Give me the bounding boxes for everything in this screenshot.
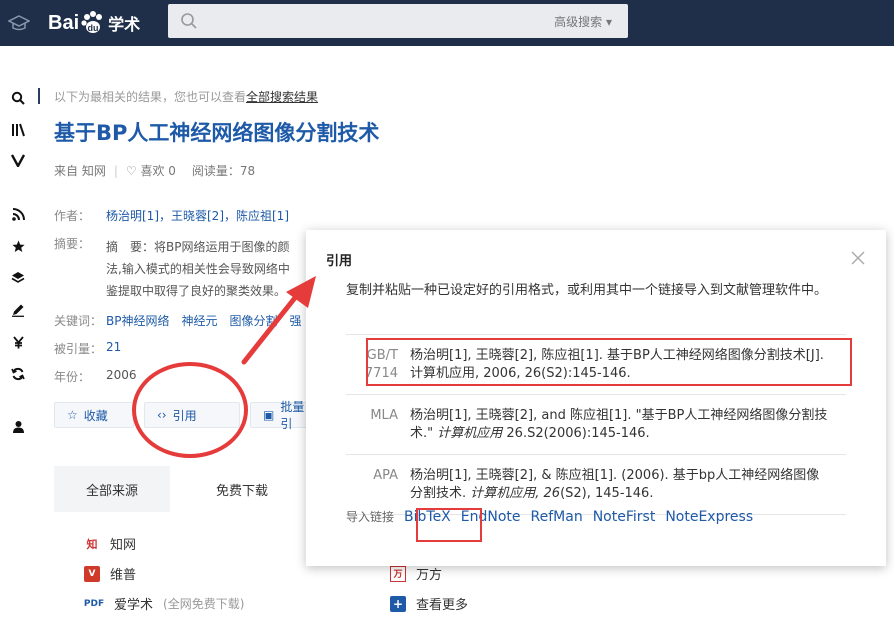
paper-meta: 来自 知网 | ♡ 喜欢 0 阅读量：78 — [54, 162, 255, 179]
tab-all-sources[interactable]: 全部来源 — [54, 466, 170, 512]
cited-value[interactable]: 21 — [106, 340, 121, 354]
logo-text-left: Bai — [48, 11, 80, 34]
layers-icon[interactable] — [10, 270, 26, 286]
batch-label: 批量引 — [280, 400, 305, 431]
cited-row: 被引量： 21 — [54, 340, 121, 357]
authors-row: 作者： 杨治明[1]，王晓蓉[2]，陈应祖[1] — [54, 207, 289, 224]
top-bar: Bai du 学术 高级搜索 ▾ — [0, 0, 894, 46]
citation-apa[interactable]: APA 杨治明[1], 王晓蓉[2], & 陈应祖[1]. (2006). 基于… — [346, 454, 846, 515]
year-row: 年份： 2006 — [54, 368, 137, 385]
abstract-row: 摘要： — [54, 235, 90, 252]
keywords-row: 关键词： BP神经网络 神经元 图像分割 强 — [54, 312, 301, 329]
notefirst-link[interactable]: NoteFirst — [593, 509, 656, 525]
citation-format: APA — [373, 468, 398, 483]
wanfang-icon: 万 — [390, 565, 406, 582]
highlight-box-bibtex — [416, 508, 482, 542]
advanced-search-label: 高级搜索 — [554, 15, 603, 29]
view-more-link[interactable]: + 查看更多 — [390, 594, 468, 613]
cnki-icon: 知 — [86, 537, 98, 551]
authors-value[interactable]: 杨治明[1]，王晓蓉[2]，陈应祖[1] — [106, 207, 289, 224]
heart-icon: ♡ — [125, 164, 137, 178]
pen-icon[interactable] — [10, 302, 26, 318]
journal-name: 计算机应用 — [437, 426, 503, 441]
divider: | — [113, 163, 118, 178]
abstract-line: 摘 要：将BP网络运用于图像的颜 — [106, 240, 290, 254]
citation-part: (S2), 145-146. — [560, 486, 654, 501]
dialog-description: 复制并粘贴一种已设定好的引用格式，或利用其中一个链接导入到文献管理软件中。 — [346, 283, 828, 298]
import-label: 导入链接 — [346, 510, 395, 524]
source-item[interactable]: V 维普 — [84, 564, 136, 583]
citation-text[interactable]: 杨治明[1], 王晓蓉[2], & 陈应祖[1]. (2006). 基于bp人工… — [410, 467, 830, 503]
citation-text[interactable]: 杨治明[1], 王晓蓉[2], and 陈应祖[1]. "基于BP人工神经网络图… — [410, 407, 830, 443]
import-links: 导入链接 BibTeX EndNote RefMan NoteFirst Not… — [346, 508, 753, 525]
view-more-label: 查看更多 — [416, 598, 469, 613]
journal-name: 计算机应用, 26 — [470, 486, 561, 501]
citation-part: 26.S2(2006):145-146. — [502, 426, 650, 441]
plus-icon: + — [390, 595, 406, 612]
refresh-icon[interactable] — [10, 366, 26, 382]
read-count: 阅读量：78 — [191, 164, 256, 178]
source-note: (全网免费下载) — [163, 597, 245, 611]
library-icon[interactable] — [10, 122, 26, 138]
caret-down-icon: ▾ — [605, 15, 612, 29]
source-item[interactable]: 万 万方 — [390, 564, 442, 583]
page-title[interactable]: 基于BP人工神经网络图像分割技术 — [54, 117, 379, 147]
noteexpress-link[interactable]: NoteExpress — [665, 509, 753, 525]
graduation-cap-icon[interactable] — [8, 13, 30, 33]
source-text: 来自 知网 — [54, 164, 106, 178]
authors-label: 作者： — [54, 209, 91, 223]
close-icon[interactable] — [850, 250, 866, 266]
year-value: 2006 — [106, 368, 137, 382]
collect-label: 收藏 — [83, 408, 108, 423]
active-indicator — [38, 88, 40, 104]
abstract-label: 摘要： — [54, 237, 91, 251]
dialog-title: 引用 — [326, 254, 353, 269]
source-name: 维普 — [110, 568, 137, 583]
annotation-arrow-icon — [241, 276, 316, 365]
keywords-label: 关键词： — [54, 314, 103, 328]
source-item[interactable]: PDF 爱学术 (全网免费下载) — [83, 594, 245, 613]
year-label: 年份： — [54, 370, 91, 384]
tab-free-download[interactable]: 免费下载 — [170, 466, 314, 512]
user-icon[interactable] — [10, 418, 26, 434]
pdf-icon: PDF — [83, 598, 105, 609]
refman-link[interactable]: RefMan — [531, 509, 583, 525]
all-results-link[interactable]: 全部搜索结果 — [246, 90, 318, 104]
result-hint: 以下为最相关的结果，您也可以查看全部搜索结果 — [54, 88, 318, 105]
citation-format: MLA — [370, 408, 398, 423]
cited-label: 被引量： — [54, 342, 103, 356]
source-name: 知网 — [110, 538, 137, 553]
vip-icon: V — [84, 565, 100, 582]
search-icon — [181, 13, 197, 29]
rss-icon[interactable] — [10, 206, 26, 222]
svg-text:du: du — [88, 23, 99, 33]
like-button[interactable]: ♡ 喜欢 0 — [126, 162, 176, 179]
hint-text: 以下为最相关的结果，您也可以查看 — [54, 90, 247, 104]
collect-button[interactable]: ☆ 收藏 — [54, 402, 134, 428]
logo-text-right: 学术 — [108, 15, 141, 34]
source-name: 爱学术 — [114, 598, 154, 613]
baidu-scholar-logo[interactable]: Bai du 学术 — [48, 8, 140, 38]
paw-logo-icon: du — [80, 10, 106, 36]
folder-icon: ▣ — [263, 408, 275, 422]
cite-dialog: 引用 复制并粘贴一种已设定好的引用格式，或利用其中一个链接导入到文献管理软件中。… — [306, 230, 886, 566]
highlight-box-gbt — [366, 338, 852, 386]
highlight-circle-cite — [132, 362, 248, 458]
source-item[interactable]: 知 知网 — [84, 534, 137, 554]
likes-count: 喜欢 0 — [140, 164, 176, 178]
advanced-search-dropdown[interactable]: 高级搜索 ▾ — [554, 13, 612, 30]
v-icon[interactable] — [10, 152, 26, 168]
yen-icon[interactable] — [10, 334, 26, 350]
source-name: 万方 — [416, 568, 443, 583]
star-icon[interactable] — [10, 238, 26, 254]
search-icon[interactable] — [10, 90, 26, 106]
search-input[interactable]: 高级搜索 ▾ — [168, 4, 628, 38]
source-tabs: 全部来源 免费下载 — [54, 466, 314, 512]
star-outline-icon: ☆ — [67, 408, 78, 422]
citation-mla[interactable]: MLA 杨治明[1], 王晓蓉[2], and 陈应祖[1]. "基于BP人工神… — [346, 394, 846, 454]
left-toolbar — [0, 46, 38, 624]
